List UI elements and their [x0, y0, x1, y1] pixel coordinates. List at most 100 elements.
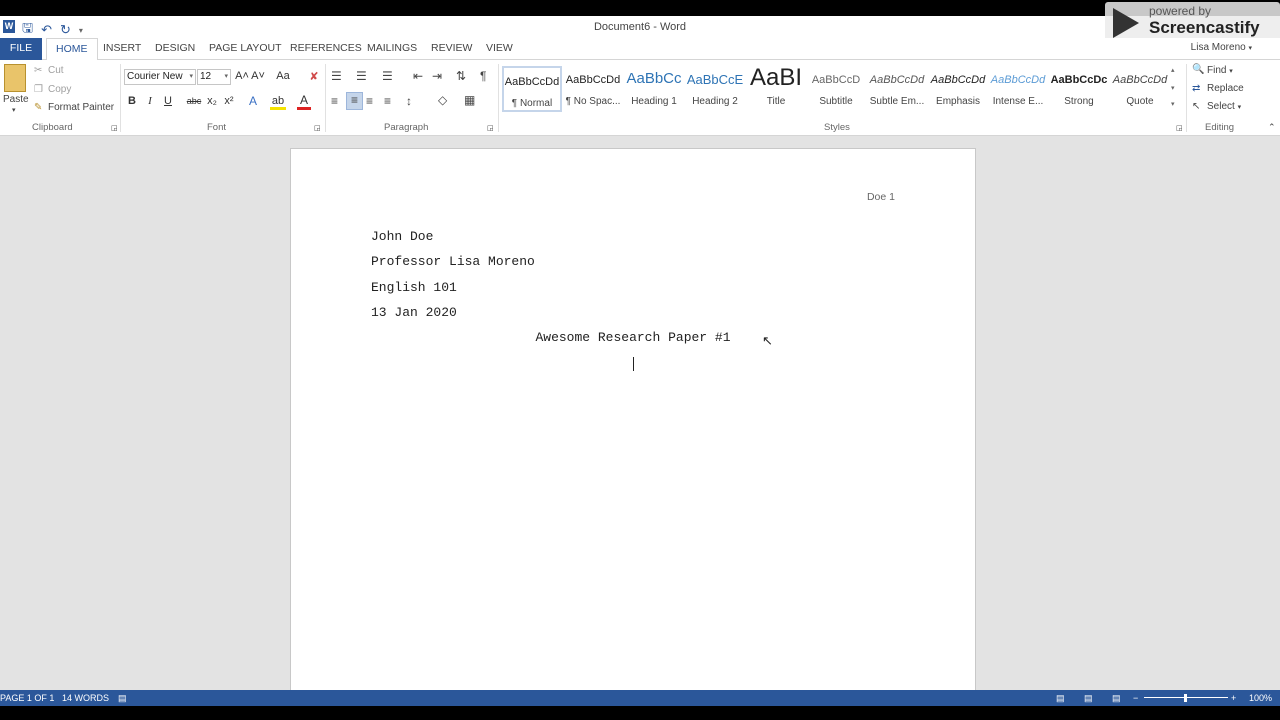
- proofing-icon[interactable]: ▤: [118, 690, 127, 706]
- find-button[interactable]: Find ▾: [1207, 65, 1233, 76]
- print-layout-icon[interactable]: ▤: [1084, 690, 1093, 706]
- document-page[interactable]: Doe 1 John Doe Professor Lisa Moreno Eng…: [290, 148, 976, 708]
- cut-icon[interactable]: ✂: [34, 65, 42, 76]
- status-bar: PAGE 1 OF 1 14 WORDS ▤ ▤ ▤ ▤ − + 100%: [0, 690, 1280, 706]
- clipboard-launcher-icon[interactable]: ◲: [111, 124, 118, 132]
- paste-button[interactable]: Paste: [3, 94, 29, 105]
- format-painter-button[interactable]: Format Painter: [48, 102, 114, 113]
- numbering-icon[interactable]: ☰: [356, 69, 367, 83]
- copy-button[interactable]: Copy: [48, 84, 71, 95]
- style-title[interactable]: AaBI Title: [746, 64, 806, 112]
- italic-button[interactable]: I: [143, 95, 157, 107]
- zoom-in-icon[interactable]: +: [1231, 690, 1236, 706]
- paste-icon[interactable]: [4, 64, 26, 92]
- page-header: Doe 1: [866, 191, 895, 203]
- find-icon[interactable]: 🔍: [1192, 64, 1204, 75]
- tab-insert[interactable]: INSERT: [94, 38, 150, 60]
- replace-icon[interactable]: ⇄: [1192, 83, 1200, 94]
- tab-review[interactable]: REVIEW: [422, 38, 481, 60]
- style-heading-1[interactable]: AaBbCc Heading 1: [624, 66, 684, 112]
- align-center-icon[interactable]: ≡: [346, 92, 363, 110]
- tab-mailings[interactable]: MAILINGS: [358, 38, 426, 60]
- select-icon[interactable]: ↖: [1192, 101, 1200, 112]
- zoom-slider-thumb[interactable]: [1184, 694, 1187, 702]
- style-heading-2[interactable]: AaBbCcE Heading 2: [685, 66, 745, 112]
- align-right-icon[interactable]: ≡: [366, 94, 373, 108]
- copy-icon[interactable]: ❐: [34, 84, 43, 95]
- paragraph-launcher-icon[interactable]: ◲: [487, 124, 494, 132]
- styles-launcher-icon[interactable]: ◲: [1176, 124, 1183, 132]
- sort-icon[interactable]: ⇅: [456, 69, 466, 83]
- line-spacing-icon[interactable]: ↕: [406, 94, 412, 108]
- font-family-select[interactable]: Courier New ▾: [124, 69, 196, 85]
- text-effects-button[interactable]: A: [246, 94, 260, 108]
- style-sample: AaBbCc: [626, 70, 682, 87]
- paste-dropdown-icon[interactable]: ▾: [12, 106, 16, 114]
- collapse-ribbon-icon[interactable]: ⌃: [1268, 122, 1276, 133]
- multilevel-list-icon[interactable]: ☰: [382, 69, 393, 83]
- change-case-button[interactable]: Aa: [274, 70, 292, 82]
- format-painter-icon[interactable]: ✎: [34, 102, 42, 113]
- style-subtle-emphasis[interactable]: AaBbCcDd Subtle Em...: [867, 66, 927, 112]
- align-left-icon[interactable]: ≡: [331, 94, 338, 108]
- justify-icon[interactable]: ≡: [384, 94, 391, 108]
- superscript-button[interactable]: x²: [222, 95, 236, 107]
- strikethrough-button[interactable]: abc: [185, 96, 203, 106]
- replace-button[interactable]: Replace: [1207, 83, 1244, 94]
- read-mode-icon[interactable]: ▤: [1056, 690, 1065, 706]
- decrease-indent-icon[interactable]: ⇤: [413, 69, 423, 83]
- clear-formatting-icon[interactable]: ✘: [307, 70, 321, 83]
- style-sample: AaBbCcD: [811, 74, 861, 86]
- style-sample: AaBbCcDc: [1050, 74, 1108, 86]
- top-border: [0, 0, 1280, 16]
- style-sample: AaBI: [749, 64, 803, 91]
- borders-icon[interactable]: ▦: [464, 93, 475, 107]
- bold-button[interactable]: B: [125, 95, 139, 107]
- highlight-button[interactable]: ab: [270, 95, 286, 110]
- style-label: Strong: [1064, 96, 1094, 107]
- style-quote[interactable]: AaBbCcDd Quote: [1110, 66, 1170, 112]
- font-color-button[interactable]: A: [297, 93, 311, 110]
- word-count-status[interactable]: 14 WORDS: [62, 690, 109, 706]
- increase-indent-icon[interactable]: ⇥: [432, 69, 442, 83]
- document-canvas[interactable]: Doe 1 John Doe Professor Lisa Moreno Eng…: [0, 136, 1280, 708]
- font-size-select[interactable]: 12 ▾: [197, 69, 231, 85]
- style-subtitle[interactable]: AaBbCcD Subtitle: [806, 66, 866, 112]
- tab-page-layout[interactable]: PAGE LAYOUT: [200, 38, 291, 60]
- shrink-font-button[interactable]: A˅: [251, 70, 265, 82]
- tab-design[interactable]: DESIGN: [146, 38, 204, 60]
- bullets-icon[interactable]: ☰: [331, 69, 342, 83]
- style-emphasis[interactable]: AaBbCcDd Emphasis: [928, 66, 988, 112]
- bottom-border: [0, 706, 1280, 720]
- font-launcher-icon[interactable]: ◲: [314, 124, 321, 132]
- underline-button[interactable]: U: [161, 95, 175, 107]
- tab-view[interactable]: VIEW: [477, 38, 522, 60]
- style-no-spacing[interactable]: AaBbCcDd ¶ No Spac...: [563, 66, 623, 112]
- zoom-out-icon[interactable]: −: [1133, 690, 1138, 706]
- editing-group-label: Editing: [1205, 122, 1235, 133]
- grow-font-button[interactable]: A˄: [235, 70, 249, 82]
- styles-scroll-up-icon[interactable]: ▴: [1171, 66, 1175, 74]
- page-count-status[interactable]: PAGE 1 OF 1: [0, 690, 54, 706]
- style-sample: AaBbCcE: [686, 72, 744, 87]
- tab-home[interactable]: HOME: [46, 38, 98, 61]
- title-bar: W 🖫 ↶ ↻ ▾ Document6 - Word: [0, 16, 1280, 38]
- user-account[interactable]: Lisa Moreno ▾: [1191, 42, 1252, 53]
- tab-file[interactable]: FILE: [0, 38, 42, 60]
- style-intense-emphasis[interactable]: AaBbCcDd Intense E...: [988, 66, 1048, 112]
- web-layout-icon[interactable]: ▤: [1112, 690, 1121, 706]
- zoom-level[interactable]: 100%: [1249, 690, 1272, 706]
- cut-button[interactable]: Cut: [48, 65, 64, 76]
- select-button[interactable]: Select ▾: [1207, 101, 1241, 112]
- styles-scroll-down-icon[interactable]: ▾: [1171, 84, 1175, 92]
- style-strong[interactable]: AaBbCcDc Strong: [1049, 66, 1109, 112]
- play-logo-icon: [1113, 8, 1139, 38]
- text-cursor: [633, 357, 634, 371]
- show-formatting-button[interactable]: ¶: [480, 69, 486, 83]
- group-divider: [1186, 64, 1187, 132]
- styles-more-icon[interactable]: ▾: [1171, 100, 1175, 108]
- shading-icon[interactable]: ◇: [438, 93, 447, 107]
- font-size-value: 12: [200, 71, 212, 82]
- style-normal[interactable]: AaBbCcDd ¶ Normal: [502, 66, 562, 112]
- subscript-button[interactable]: x₂: [205, 95, 219, 107]
